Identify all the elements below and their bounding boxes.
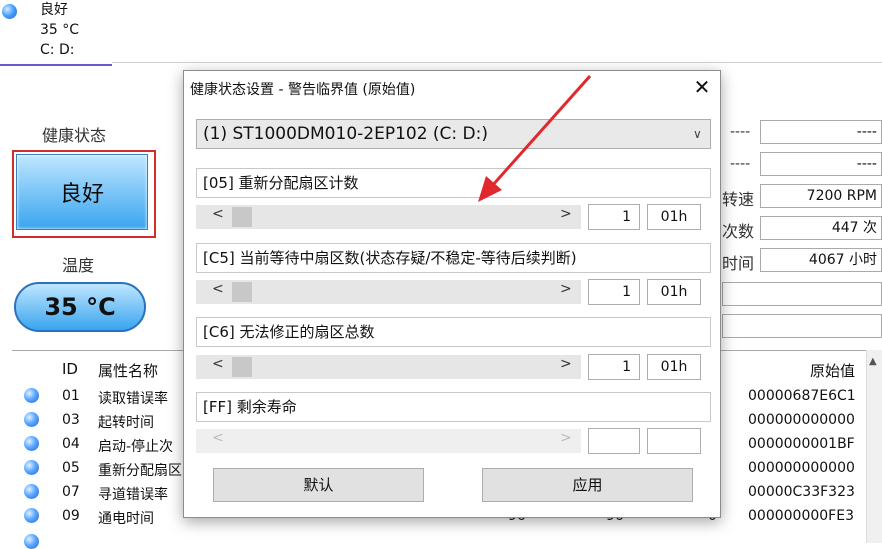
annotation-arrow-icon xyxy=(478,75,592,202)
arrow-shaft xyxy=(490,75,592,187)
